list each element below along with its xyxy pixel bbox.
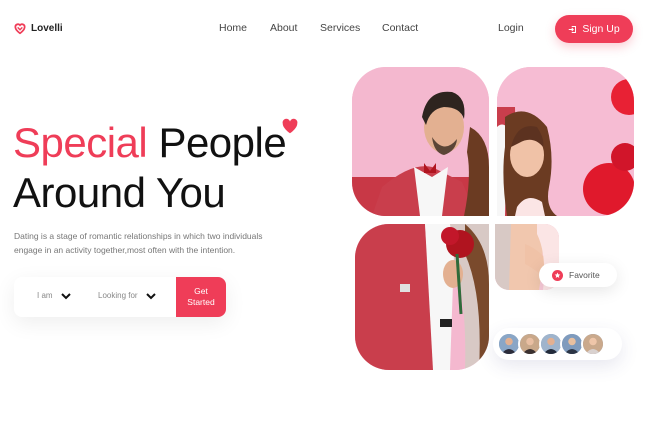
chevron-down-icon bbox=[60, 292, 71, 299]
brand-name: Lovelli bbox=[31, 22, 63, 34]
hero-description: Dating is a stage of romantic relationsh… bbox=[14, 231, 263, 255]
hero-title-line2: Around You bbox=[13, 169, 226, 216]
hero-title: Special People Around You bbox=[13, 118, 287, 218]
search-box: I am Looking for Get Started bbox=[14, 277, 226, 317]
avatar-group[interactable] bbox=[493, 328, 622, 360]
photo-couple-bottom-left bbox=[355, 224, 489, 370]
login-link[interactable]: Login bbox=[498, 22, 524, 34]
i-am-select[interactable]: I am bbox=[37, 291, 71, 300]
photo-couple-top-left bbox=[352, 67, 489, 216]
heart-icon bbox=[282, 118, 298, 134]
signup-label: Sign Up bbox=[582, 23, 620, 35]
looking-for-select[interactable]: Looking for bbox=[98, 291, 156, 300]
nav-contact[interactable]: Contact bbox=[382, 22, 418, 34]
favorite-badge[interactable]: Favorite bbox=[539, 263, 617, 287]
chevron-down-icon bbox=[145, 292, 156, 299]
signup-button[interactable]: Sign Up bbox=[555, 15, 633, 43]
login-arrow-icon bbox=[569, 25, 577, 33]
nav-about[interactable]: About bbox=[270, 22, 297, 34]
heart-logo-icon bbox=[14, 23, 26, 35]
nav-services[interactable]: Services bbox=[320, 22, 360, 34]
hero-title-rest: People bbox=[158, 119, 287, 166]
i-am-label: I am bbox=[37, 291, 53, 300]
star-icon bbox=[552, 269, 563, 281]
looking-for-label: Looking for bbox=[98, 291, 138, 300]
favorite-label: Favorite bbox=[569, 270, 600, 280]
brand-logo[interactable]: Lovelli bbox=[13, 21, 63, 35]
get-started-button[interactable]: Get Started bbox=[176, 277, 226, 317]
hero-title-accent: Special bbox=[13, 119, 148, 166]
avatar[interactable] bbox=[581, 332, 605, 356]
get-started-label: Get Started bbox=[187, 286, 215, 307]
photo-couple-top-right bbox=[497, 67, 634, 216]
nav-home[interactable]: Home bbox=[219, 22, 247, 34]
